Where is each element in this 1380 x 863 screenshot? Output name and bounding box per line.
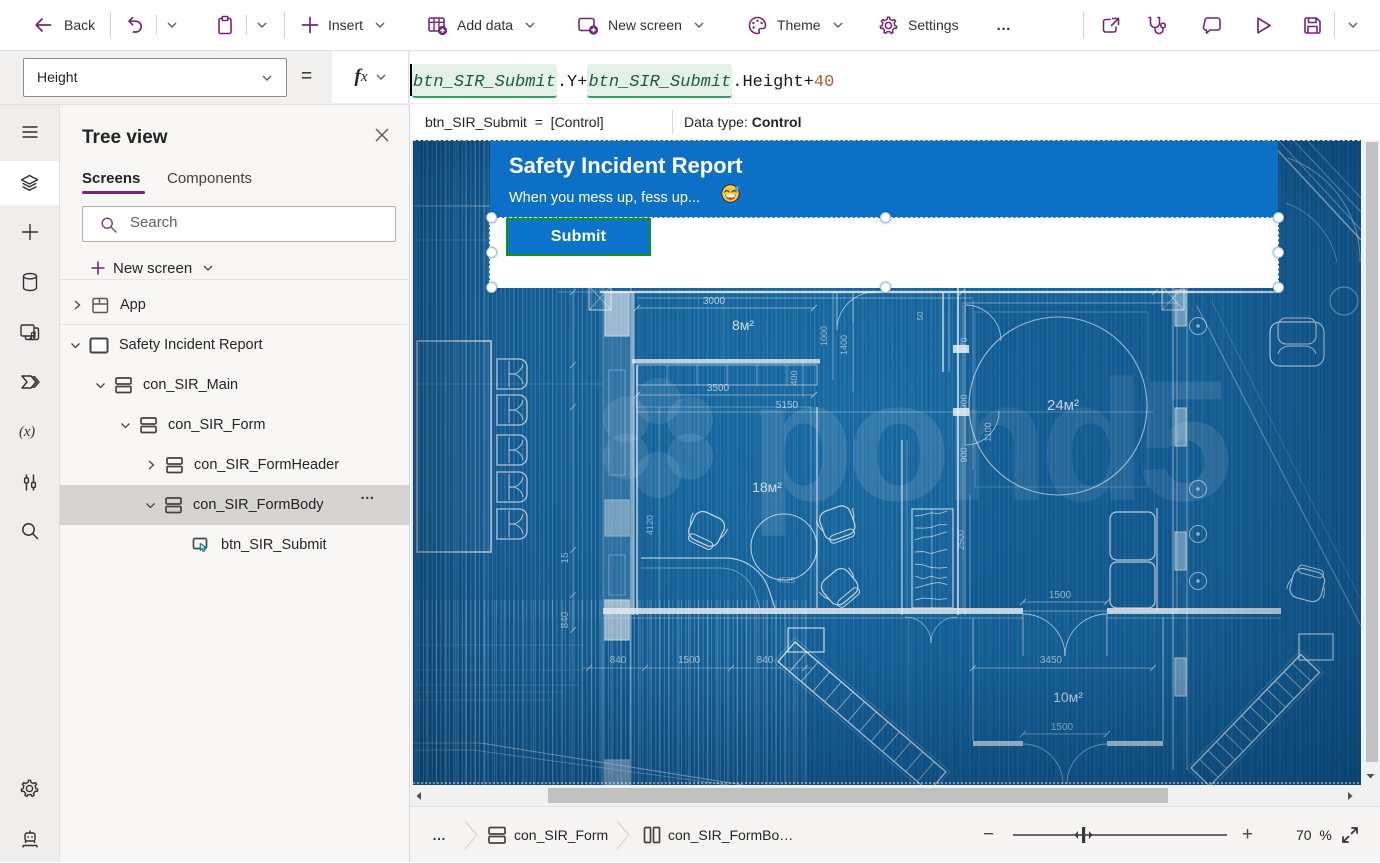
svg-text:(x): (x) xyxy=(19,424,35,440)
